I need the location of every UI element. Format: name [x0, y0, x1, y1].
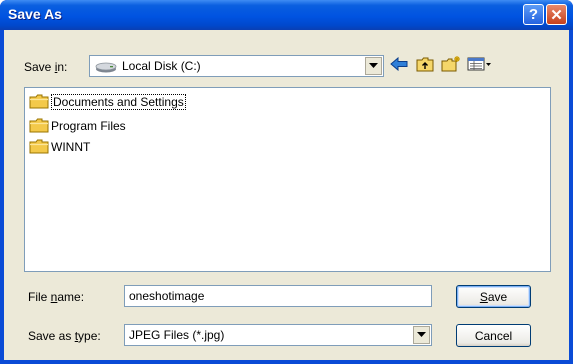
save-in-value: Local Disk (C:)	[122, 59, 201, 73]
window-frame-right	[569, 30, 573, 364]
title-bar[interactable]: Save As ? ✕	[0, 0, 573, 30]
folder-icon	[29, 118, 49, 133]
cancel-button-label: Cancel	[474, 328, 513, 343]
folder-icon	[29, 94, 49, 109]
close-button[interactable]: ✕	[546, 4, 567, 25]
file-name-label: File name:	[28, 290, 85, 304]
back-button[interactable]	[388, 55, 410, 77]
file-name-value: oneshotimage	[129, 289, 205, 303]
help-icon: ?	[528, 6, 539, 23]
file-name: Program Files	[51, 118, 126, 133]
new-folder-button[interactable]	[440, 55, 462, 77]
save-as-dialog: Save As ? ✕ Save in: Local Disk (C:) Doc…	[0, 0, 573, 364]
dialog-title: Save As	[8, 6, 62, 22]
help-button[interactable]: ?	[523, 4, 544, 25]
view-menu-icon	[467, 57, 493, 76]
save-in-dropdown[interactable]: Local Disk (C:)	[89, 55, 384, 77]
window-frame-bottom	[0, 360, 573, 364]
save-as-type-dropdown[interactable]: JPEG Files (*.jpg)	[124, 324, 432, 346]
view-menu-button[interactable]	[466, 55, 494, 77]
save-as-type-value: JPEG Files (*.jpg)	[129, 328, 225, 342]
up-folder-icon	[416, 56, 434, 77]
save-button-label: Save	[479, 289, 508, 304]
save-button[interactable]: Save	[456, 285, 531, 308]
save-as-type-label: Save as type:	[28, 329, 101, 343]
list-item[interactable]: WINNT	[29, 138, 90, 155]
save-in-dropdown-arrow[interactable]	[365, 57, 382, 75]
file-name: WINNT	[51, 139, 91, 154]
cancel-button[interactable]: Cancel	[456, 324, 531, 347]
list-item[interactable]: Program Files	[29, 117, 126, 134]
hard-disk-icon	[95, 61, 117, 76]
save-in-label: Save in:	[24, 60, 68, 74]
new-folder-icon	[441, 55, 461, 77]
up-folder-button[interactable]	[414, 55, 436, 77]
back-icon	[390, 56, 408, 76]
save-as-type-dropdown-arrow[interactable]	[413, 326, 430, 344]
file-name-input[interactable]: oneshotimage	[124, 285, 432, 307]
window-frame-left	[0, 30, 4, 364]
file-list[interactable]: Documents and Settings Program Files WIN…	[24, 87, 551, 272]
file-name: Documents and Settings	[51, 93, 186, 110]
list-item[interactable]: Documents and Settings	[29, 93, 186, 110]
folder-icon	[29, 139, 49, 154]
close-icon: ✕	[550, 6, 563, 24]
